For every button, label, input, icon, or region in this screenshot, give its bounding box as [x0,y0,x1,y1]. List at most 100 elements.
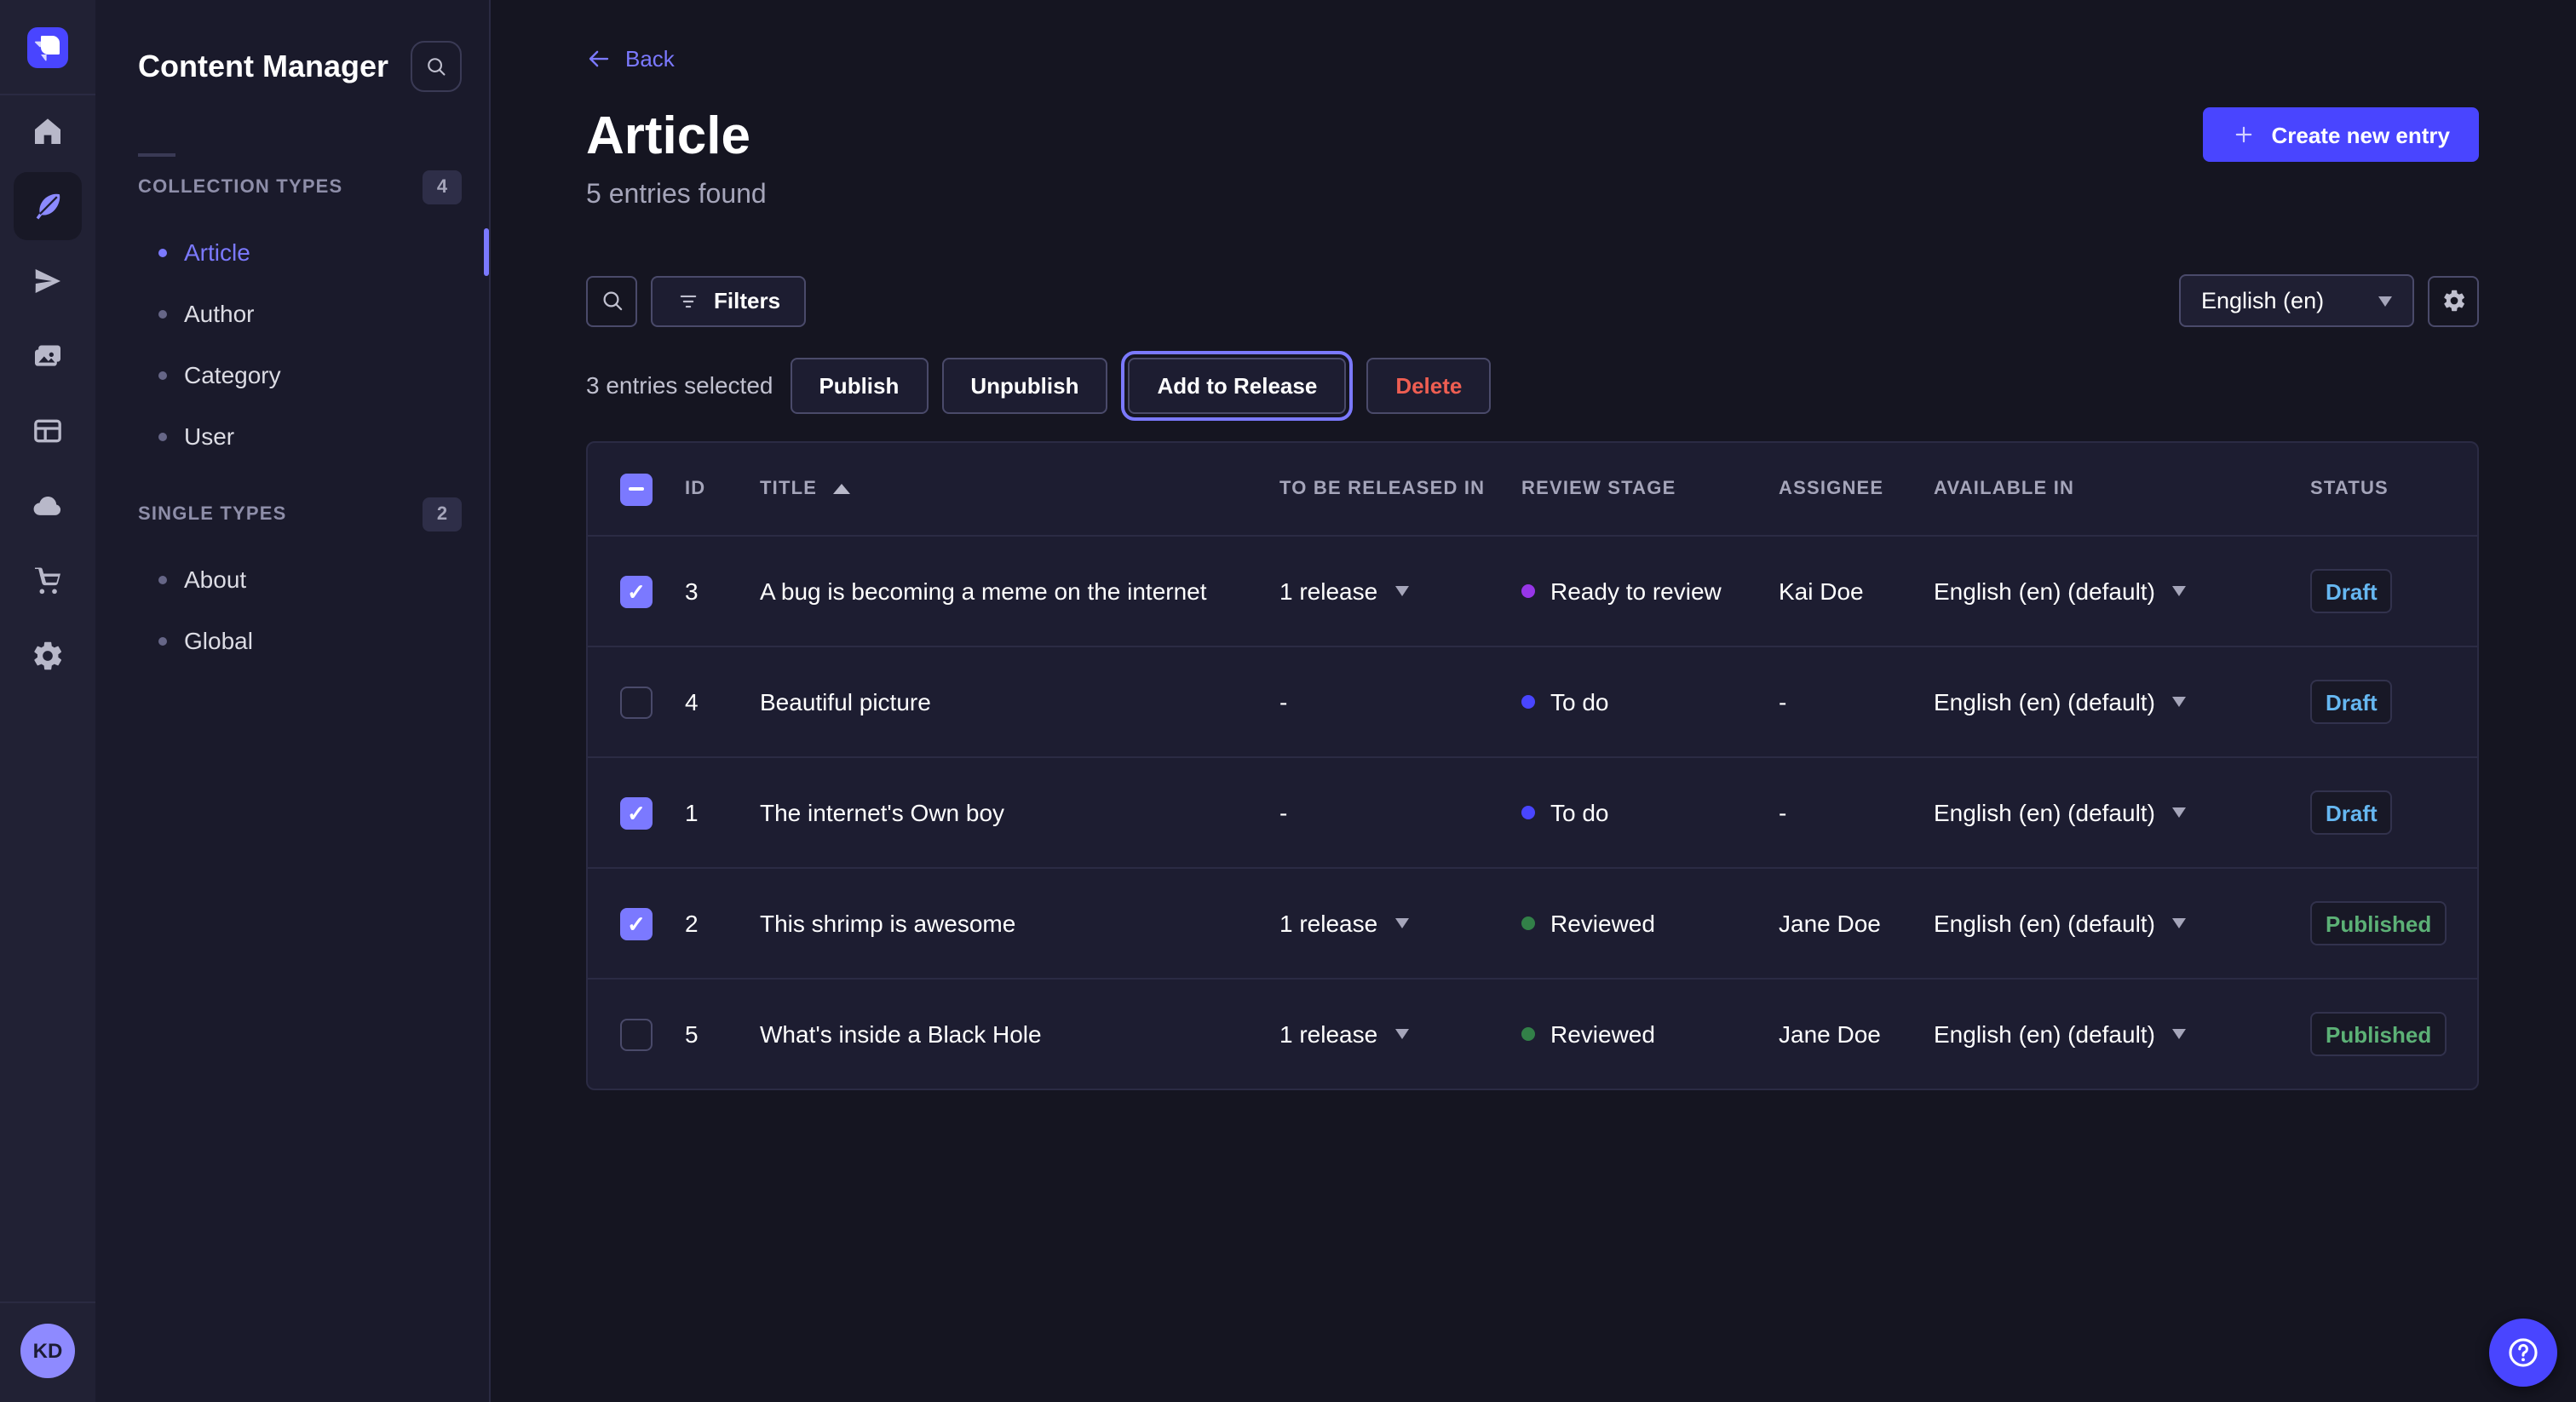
bullet-icon [158,248,167,256]
releases-label: - [1279,799,1287,826]
cart-nav-button[interactable] [14,547,82,615]
entry-available-in-dropdown[interactable]: English (en) (default) [1934,688,2310,715]
help-button[interactable] [2489,1319,2557,1387]
sidebar-item-label: Category [184,361,281,388]
create-new-entry-button[interactable]: Create new entry [2203,107,2479,162]
column-header-status[interactable]: STATUS [2310,479,2477,499]
media-library-nav-button[interactable] [14,322,82,390]
entry-review-stage: To do [1521,688,1779,715]
sidebar-item-category[interactable]: Category [95,344,489,405]
sidebar-item-label: User [184,422,234,450]
search-button[interactable] [411,41,462,92]
status-badge: Draft [2310,569,2393,613]
releases-label: 1 release [1279,910,1377,937]
entry-releases-dropdown[interactable]: 1 release [1279,577,1521,605]
column-header-title[interactable]: TITLE [760,479,1279,499]
column-header-id[interactable]: ID [685,479,760,499]
main-nav-rail: KD [0,0,95,1402]
chevron-down-icon [2172,807,2186,818]
sidebar-item-global[interactable]: Global [95,610,489,671]
entry-available-in-dropdown[interactable]: English (en) (default) [1934,1020,2310,1048]
stage-label: To do [1550,688,1609,715]
releases-label: - [1279,688,1287,715]
column-header-to-be-released-in[interactable]: TO BE RELEASED IN [1279,479,1521,499]
entry-assignee: Jane Doe [1779,910,1934,937]
entry-review-stage: Reviewed [1521,1020,1779,1048]
sidebar-item-article[interactable]: Article [95,221,489,283]
chevron-down-icon [2172,918,2186,928]
releases-label: 1 release [1279,577,1377,605]
plus-icon [2232,123,2256,147]
chevron-down-icon [2378,296,2392,306]
row-checkbox[interactable] [620,796,653,829]
table-header-row: ID TITLETO BE RELEASED INREVIEW STAGE ASSI… [588,443,2477,535]
gear-icon [2441,288,2466,313]
column-label: ASSIGNEE [1779,479,1883,499]
sidebar-section: SINGLE TYPES2 About Global [95,496,489,671]
status-badge: Published [2310,901,2447,945]
add-to-release-button[interactable]: Add to Release [1128,357,1346,413]
entry-available-in-dropdown[interactable]: English (en) (default) [1934,910,2310,937]
entry-releases-dropdown: - [1279,688,1521,715]
column-header-assignee[interactable]: ASSIGNEE [1779,479,1934,499]
cloud-nav-button[interactable] [14,472,82,540]
table-row: 4 Beautiful picture - To do - English (e… [588,646,2477,756]
column-label: ID [685,479,705,499]
gear-nav-button[interactable] [14,622,82,690]
entry-releases-dropdown[interactable]: 1 release [1279,1020,1521,1048]
table-row: 1 The internet's Own boy - To do - Engli… [588,756,2477,867]
paper-plane-icon [31,264,65,298]
sort-ascending-icon [832,484,849,494]
entry-assignee: Kai Doe [1779,577,1934,605]
row-checkbox[interactable] [620,686,653,718]
user-avatar[interactable]: KD [20,1324,75,1378]
selection-summary: 3 entries selected [586,371,773,399]
section-label: COLLECTION TYPES [138,177,342,198]
stage-dot-icon [1521,1027,1535,1041]
search-entries-button[interactable] [586,275,637,326]
row-checkbox[interactable] [620,1018,653,1050]
status-badge: Published [2310,1012,2447,1056]
publish-button[interactable]: Publish [790,357,928,413]
select-all-checkbox[interactable] [620,473,653,505]
row-checkbox[interactable] [620,907,653,939]
bullet-icon [158,575,167,583]
locale-label: English (en) (default) [1934,688,2155,715]
stage-label: To do [1550,799,1609,826]
entry-releases-dropdown[interactable]: 1 release [1279,910,1521,937]
column-header-available-in[interactable]: AVAILABLE IN [1934,479,2310,499]
paper-plane-nav-button[interactable] [14,247,82,315]
list-settings-button[interactable] [2428,275,2479,326]
cloud-icon [31,489,65,523]
sidebar-item-user[interactable]: User [95,405,489,467]
main-content: Back Article Create new entry 5 entries … [491,0,2576,1402]
filters-button[interactable]: Filters [651,275,806,326]
section-count-badge: 4 [423,170,462,204]
locale-select[interactable]: English (en) [2179,274,2414,327]
entries-count: 5 entries found [586,181,2479,211]
entry-available-in-dropdown[interactable]: English (en) (default) [1934,799,2310,826]
entry-title: Beautiful picture [760,688,1279,715]
locale-label: English (en) (default) [1934,910,2155,937]
home-nav-button[interactable] [14,97,82,165]
table-row: 2 This shrimp is awesome 1 release Revie… [588,867,2477,978]
stage-label: Reviewed [1550,910,1655,937]
column-label: REVIEW STAGE [1521,479,1676,499]
row-checkbox[interactable] [620,575,653,607]
sidebar-item-author[interactable]: Author [95,283,489,344]
strapi-logo[interactable] [27,27,68,68]
feather-nav-button[interactable] [14,172,82,240]
layout-icon [31,414,65,448]
entry-id: 5 [685,1020,760,1048]
entry-available-in-dropdown[interactable]: English (en) (default) [1934,577,2310,605]
column-header-review-stage[interactable]: REVIEW STAGE [1521,479,1779,499]
entry-id: 2 [685,910,760,937]
unpublish-button[interactable]: Unpublish [941,357,1107,413]
layout-nav-button[interactable] [14,397,82,465]
back-link[interactable]: Back [586,46,675,72]
delete-button[interactable]: Delete [1366,357,1491,413]
sidebar-item-about[interactable]: About [95,549,489,610]
chevron-down-icon [2172,1029,2186,1039]
chevron-down-icon [1394,1029,1408,1039]
sidebar-item-label: Article [184,238,250,266]
